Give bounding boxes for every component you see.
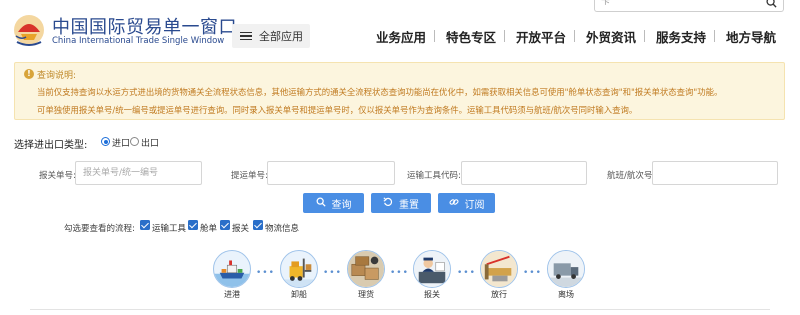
bill-number-input[interactable] (267, 161, 395, 185)
site-search-input[interactable]: 卡 (594, 0, 784, 12)
nav-divider (574, 30, 575, 42)
divider (30, 309, 770, 310)
manifest-checkbox[interactable] (188, 220, 198, 230)
flow-connector: ••• (390, 268, 409, 278)
query-button-label: 查询 (331, 199, 352, 211)
step-departure-label: 离场 (558, 290, 574, 299)
declaration-number-label: 报关单号: (39, 171, 76, 181)
menu-icon (240, 31, 252, 41)
transport-code-label: 运输工具代码: (407, 171, 461, 181)
nav-service-support[interactable]: 服务支持 (656, 27, 706, 46)
logistics-checkbox-label[interactable]: 物流信息 (265, 222, 299, 234)
nav-divider (644, 30, 645, 42)
step-customs-label: 报关 (424, 290, 440, 299)
nav-divider (714, 30, 715, 42)
transport-checkbox-label[interactable]: 运输工具 (152, 222, 186, 234)
search-placeholder: 卡 (601, 0, 611, 7)
step-departure-icon[interactable] (547, 250, 585, 288)
query-notice: ! 查询说明: 当前仅支持查询以水运方式进出境的货物通关全流程状态信息，其他运输… (14, 62, 785, 120)
all-apps-button[interactable]: 全部应用 (232, 24, 310, 48)
logo-icon[interactable] (12, 10, 46, 50)
nav-trade-news[interactable]: 外贸资讯 (586, 27, 636, 46)
nav-open-platform[interactable]: 开放平台 (516, 27, 566, 46)
brand-name-en[interactable]: China International Trade Single Window (52, 36, 224, 46)
step-arrival-label: 进港 (224, 290, 240, 299)
reset-button-label: 重置 (399, 199, 419, 211)
reset-icon (383, 197, 393, 209)
info-icon: ! (24, 69, 34, 79)
export-radio[interactable] (130, 137, 139, 146)
notice-title: 查询说明: (37, 71, 77, 81)
flow-connector: ••• (323, 268, 342, 278)
transport-code-input[interactable] (461, 161, 587, 185)
declaration-number-input[interactable] (75, 161, 202, 185)
step-arrival-icon[interactable] (213, 250, 251, 288)
step-release-label: 放行 (491, 290, 507, 299)
link-icon (448, 197, 459, 209)
trade-type-label: 选择进出口类型: (14, 140, 88, 151)
reset-button[interactable]: 重置 (371, 193, 431, 213)
step-tally-label: 理货 (358, 290, 374, 299)
step-unloading-label: 卸船 (291, 290, 307, 299)
voyage-number-label: 航班/航次号: (607, 171, 656, 181)
nav-featured-zone[interactable]: 特色专区 (446, 27, 496, 46)
notice-line-2: 可单独使用报关单号/统一编号或提运单号进行查询。同时录入报关单号和提运单号时，仅… (37, 105, 638, 115)
export-radio-label[interactable]: 出口 (141, 136, 159, 149)
customs-checkbox[interactable] (220, 220, 230, 230)
step-unloading-icon[interactable] (280, 250, 318, 288)
customs-checkbox-label[interactable]: 报关 (232, 222, 249, 234)
site-header: 中国国际贸易单一窗口 China International Trade Sin… (0, 0, 800, 62)
flow-connector: ••• (457, 268, 476, 278)
flow-connector: ••• (256, 268, 275, 278)
query-button[interactable]: 查询 (303, 193, 364, 213)
search-icon (316, 197, 326, 209)
step-release-icon[interactable] (480, 250, 518, 288)
nav-divider (434, 30, 435, 42)
notice-line-1: 当前仅支持查询以水运方式进出境的货物通关全流程状态信息，其他运输方式的通关全流程… (37, 87, 723, 97)
import-radio[interactable] (101, 137, 110, 146)
flow-connector: ••• (523, 268, 542, 278)
transport-checkbox[interactable] (140, 220, 150, 230)
nav-divider (504, 30, 505, 42)
import-radio-label[interactable]: 进口 (112, 136, 130, 149)
subscribe-button-label: 订阅 (464, 199, 485, 211)
step-tally-icon[interactable] (347, 250, 385, 288)
subscribe-button[interactable]: 订阅 (438, 193, 495, 213)
logistics-checkbox[interactable] (253, 220, 263, 230)
nav-local-navigation[interactable]: 地方导航 (726, 27, 776, 46)
nav-business-apps[interactable]: 业务应用 (376, 27, 426, 46)
all-apps-label: 全部应用 (259, 30, 303, 43)
manifest-checkbox-label[interactable]: 舱单 (200, 222, 217, 234)
bill-number-label: 提运单号: (231, 171, 268, 181)
flow-select-label: 勾选要查看的流程: (64, 224, 135, 234)
search-icon[interactable] (766, 0, 777, 8)
voyage-number-input[interactable] (652, 161, 778, 185)
step-customs-icon[interactable] (413, 250, 451, 288)
